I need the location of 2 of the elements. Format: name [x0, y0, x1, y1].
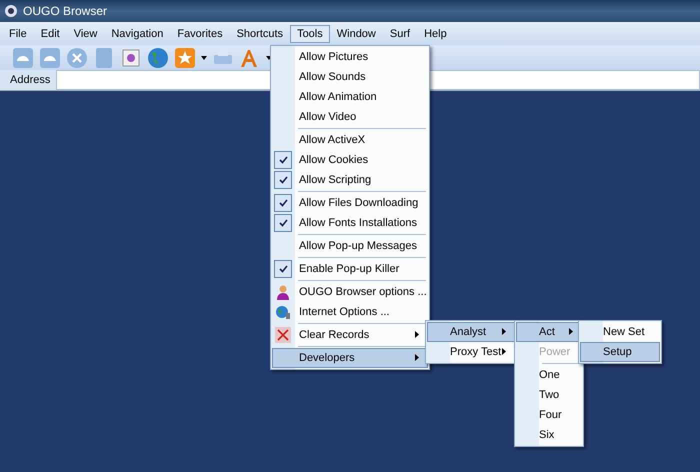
window-title: OUGO Browser	[23, 4, 108, 18]
address-label: Address	[9, 74, 52, 86]
